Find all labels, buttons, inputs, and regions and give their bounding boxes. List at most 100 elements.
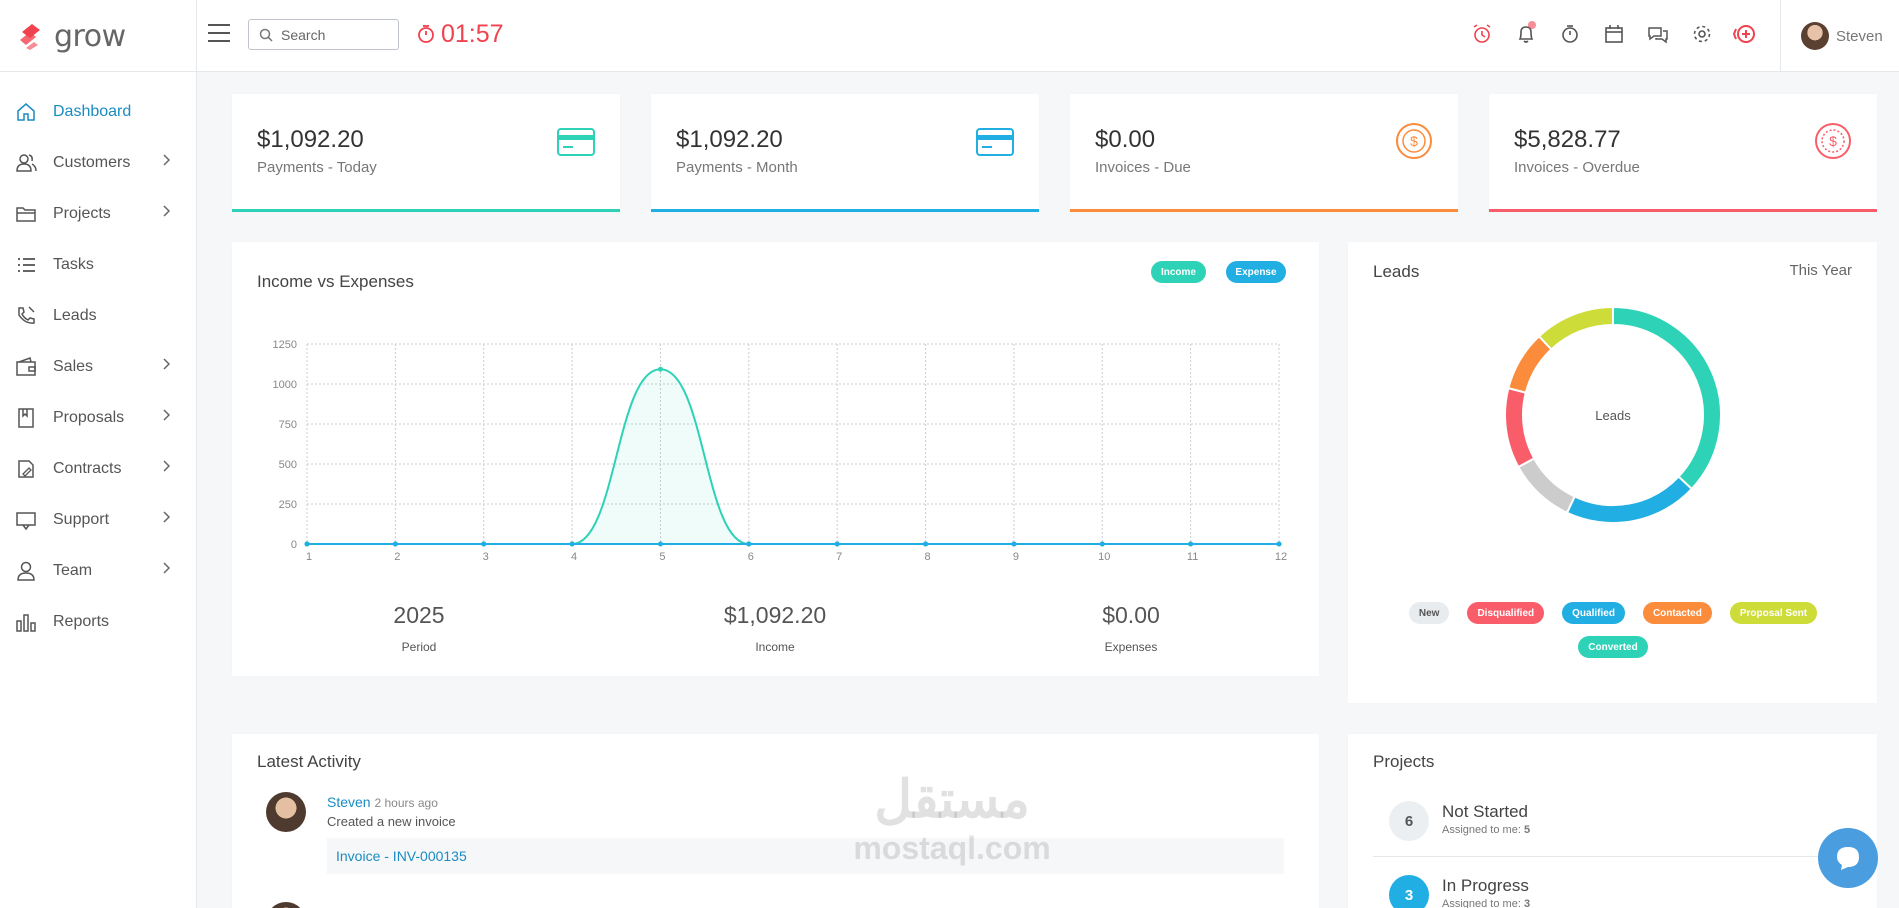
menu-toggle-button[interactable] xyxy=(208,24,230,42)
sidebar-item-label: Proposals xyxy=(53,408,125,426)
avatar xyxy=(266,902,306,908)
expense-point xyxy=(1188,541,1194,547)
avatar xyxy=(266,792,306,832)
chat-bubble-icon xyxy=(1837,847,1859,870)
summary-income-label: Income xyxy=(755,640,795,654)
sidebar-item-team[interactable]: Team xyxy=(0,545,196,596)
expense-point xyxy=(392,541,398,547)
expense-point xyxy=(569,541,575,547)
y-tick-label: 1250 xyxy=(273,339,297,351)
sidebar-item-label: Reports xyxy=(53,612,110,630)
logo[interactable]: grow xyxy=(0,0,197,72)
users-icon xyxy=(14,151,38,175)
bell-icon[interactable] xyxy=(1504,16,1548,52)
plus-circle-icon[interactable] xyxy=(1724,16,1768,52)
legend-qualified[interactable]: Qualified xyxy=(1562,602,1625,624)
legend-disqualified[interactable]: Disqualified xyxy=(1467,602,1545,624)
calendar-icon[interactable] xyxy=(1592,16,1636,52)
user-icon xyxy=(14,559,38,583)
notification-dot xyxy=(1528,21,1536,29)
book-icon xyxy=(14,406,38,430)
search-box[interactable] xyxy=(248,19,399,50)
sidebar-item-dashboard[interactable]: Dashboard xyxy=(0,86,196,137)
legend-contacted[interactable]: Contacted xyxy=(1642,602,1712,624)
leads-filter[interactable]: This Year xyxy=(1789,262,1852,279)
divider xyxy=(1373,856,1853,857)
stopwatch-icon[interactable] xyxy=(1548,16,1592,52)
chevron-right-icon xyxy=(163,154,170,166)
x-tick-label: 12 xyxy=(1275,551,1287,563)
assigned-count: 5 xyxy=(1523,824,1531,836)
svg-text:$: $ xyxy=(1829,133,1837,149)
x-tick-label: 10 xyxy=(1098,551,1110,563)
donut-slice-converted[interactable] xyxy=(1612,305,1722,491)
x-tick-label: 8 xyxy=(924,551,930,563)
stat-amount: $1,092.20 xyxy=(676,126,783,153)
sidebar-item-reports[interactable]: Reports xyxy=(0,596,196,647)
stat-label: Payments - Today xyxy=(257,159,377,176)
sidebar-item-proposals[interactable]: Proposals xyxy=(0,392,196,443)
donut-slice-disqualified[interactable] xyxy=(1504,386,1536,469)
stat-accent-bar xyxy=(651,209,1039,212)
summary-period-label: Period xyxy=(401,640,437,654)
top-icons xyxy=(1460,16,1768,52)
project-status-label[interactable]: Not Started xyxy=(1442,802,1528,822)
sidebar-item-contracts[interactable]: Contracts xyxy=(0,443,196,494)
x-tick-label: 1 xyxy=(306,551,312,563)
timer[interactable]: 01:57 xyxy=(417,19,504,49)
x-tick-label: 7 xyxy=(836,551,842,563)
legend-new[interactable]: New xyxy=(1408,602,1450,624)
chat-widget-button[interactable] xyxy=(1818,828,1878,888)
gear-icon[interactable] xyxy=(1680,16,1724,52)
project-count-badge: 3 xyxy=(1389,875,1429,908)
x-tick-label: 11 xyxy=(1187,551,1198,563)
donut-slice-contacted[interactable] xyxy=(1507,334,1553,394)
sidebar-item-support[interactable]: Support xyxy=(0,494,196,545)
chevron-right-icon xyxy=(163,511,170,523)
legend-proposal-sent[interactable]: Proposal Sent xyxy=(1729,602,1818,624)
card-title: Projects xyxy=(1373,752,1435,771)
expense-point xyxy=(657,541,663,547)
sidebar-item-projects[interactable]: Projects xyxy=(0,188,196,239)
donut-slice-qualified[interactable] xyxy=(1565,475,1694,524)
donut-slice-new[interactable] xyxy=(1517,457,1577,515)
activity-user[interactable]: Steven xyxy=(327,794,371,810)
folder-icon xyxy=(14,202,38,226)
sidebar-item-sales[interactable]: Sales xyxy=(0,341,196,392)
stat-card-invoices-overdue[interactable]: $5,828.77 Invoices - Overdue $ xyxy=(1489,94,1877,212)
stat-card-payments-month[interactable]: $1,092.20 Payments - Month xyxy=(651,94,1039,212)
donut-slice-proposal-sent[interactable] xyxy=(1537,305,1614,351)
alarm-clock-icon[interactable] xyxy=(1460,16,1504,52)
expense-point xyxy=(1276,541,1282,547)
sidebar-item-customers[interactable]: Customers xyxy=(0,137,196,188)
legend-converted[interactable]: Converted xyxy=(1578,636,1648,658)
activity-link[interactable]: Invoice - INV-000135 xyxy=(327,838,1284,874)
stat-card-payments-today[interactable]: $1,092.20 Payments - Today xyxy=(232,94,620,212)
file-pen-icon xyxy=(14,457,38,481)
y-tick-label: 500 xyxy=(279,459,297,471)
search-input[interactable] xyxy=(281,26,391,43)
project-status-label[interactable]: In Progress xyxy=(1442,876,1529,896)
chat-icon[interactable] xyxy=(1636,16,1680,52)
watermark: مستقل mostaql.com xyxy=(822,770,1082,866)
y-tick-label: 750 xyxy=(279,419,297,431)
user-menu[interactable]: Steven xyxy=(1780,0,1899,72)
card-title: Leads xyxy=(1373,262,1420,281)
chevron-right-icon xyxy=(163,205,170,217)
sidebar-item-leads[interactable]: Leads xyxy=(0,290,196,341)
card-title: Latest Activity xyxy=(257,752,361,771)
stat-label: Invoices - Due xyxy=(1095,159,1191,176)
phone-icon xyxy=(14,304,38,328)
y-tick-label: 1000 xyxy=(273,379,297,391)
grow-logo-icon xyxy=(20,24,40,50)
sidebar-item-tasks[interactable]: Tasks xyxy=(0,239,196,290)
wallet-icon xyxy=(14,355,38,379)
stat-amount: $0.00 xyxy=(1095,126,1156,153)
income-line xyxy=(307,368,1279,545)
expense-point xyxy=(1011,541,1017,547)
sidebar-item-label: Team xyxy=(53,561,93,579)
stopwatch-icon xyxy=(418,25,434,43)
stat-card-invoices-due[interactable]: $0.00 Invoices - Due $ xyxy=(1070,94,1458,212)
sidebar-item-label: Dashboard xyxy=(53,102,132,120)
projects-card: Projects 6 Not Started Assigned to me: 5… xyxy=(1348,734,1877,908)
